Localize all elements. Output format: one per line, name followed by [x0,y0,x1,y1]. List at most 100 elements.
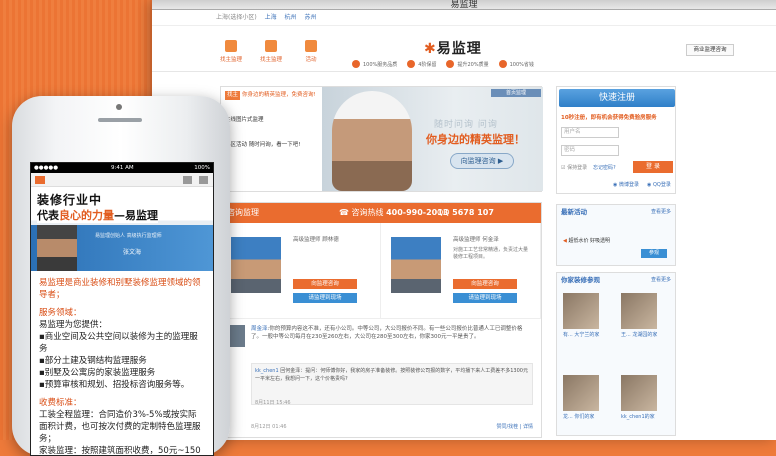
banner-tab[interactable]: 首页监理 [491,89,541,97]
flag-icon [265,40,277,52]
play-icon: ▶ [497,157,504,165]
qq-login-link[interactable]: ◉ QQ登录 [647,181,671,188]
more-link[interactable]: 查看更多 [651,273,671,287]
answer-user[interactable]: 周金泽 [251,326,268,332]
hero-headline: 装修行业中 [37,193,103,207]
password-input[interactable]: 密码 [561,145,619,156]
qa-quote: kk_chen1 回何金泽：提问：何师傅你好，我家的房子准备装修。按照装修公司报… [251,363,533,405]
speaker-icon [98,118,142,122]
service-title: 服务领域： [39,308,82,318]
forgot-password-link[interactable]: 忘记密码? [593,164,616,171]
user-icon[interactable] [183,176,192,184]
qq-number: 5678 107 [452,208,494,217]
news-item[interactable]: 找主 你身边的精英监理，免费咨询! [225,91,321,100]
qq-contact[interactable]: QQ 5678 107 [437,203,494,223]
banner-image[interactable]: 首页监理 随时问询 问询 你身边的精英监理！ 向监理咨询 ▶ [322,87,543,191]
activity-item[interactable]: ◀ 超低水价 好吸透明 [563,237,610,244]
menu-icon[interactable] [199,176,208,184]
location-selector[interactable]: 上海(选择小区) [216,14,257,21]
quote-user[interactable]: kk_chen1 [255,368,279,374]
ask-expert-button[interactable]: 向监理咨询 [453,279,517,289]
camera-icon [116,104,122,110]
answer-text: :你的预算内容这不准，还有小公司。中等公司，大公司报价不同。有一些公司报价比普通… [251,326,523,340]
register-tagline: 10秒注册，即有机会获得免费验房服务 [561,115,657,121]
checkbox-label: 保持登录 [567,165,588,171]
invite-expert-button[interactable]: 请监理到现场 [453,293,517,303]
qa-answer: 周金泽:你的预算内容这不准，还有小公司。中等公司，大公司报价不同。有一些公司报价… [251,325,533,341]
banner-news: 找主 你身边的精英监理，免费咨询! 在线图片式监理 小区活动 随时问询，看一下吧! [225,91,321,166]
remember-checkbox[interactable]: ☑ 保持登录 [561,164,587,171]
case-thumb[interactable]: 王... 龙湖园的家 [621,293,657,338]
expert-photo[interactable] [391,237,441,293]
shield-icon [352,60,360,68]
logo-mark-icon: ✱ [424,41,437,57]
feature-item: 100%服务品质 [352,60,397,68]
nav-item-1[interactable]: 找主监理 [218,40,244,63]
hero-sub-pre: 代表 [37,209,59,222]
news-tag: 找主 [225,91,241,100]
quote-text: 回何金泽：提问：何师傅你好，我家的房子准备装修。按照装修公司报的数字，平均播下来… [255,368,528,382]
city-link-suzhou[interactable]: 苏州 [304,14,316,21]
weibo-login-link[interactable]: ◉ 微博登录 [613,181,639,188]
banner-slogan: 你身边的精英监理！ [426,133,525,146]
consult-header: 咨询监理 ☎ 咨询热线 400-990-2013 QQ 5678 107 [221,203,541,223]
ask-expert-button[interactable]: 向监理咨询 [293,279,357,289]
section-title: 你家装修参观 [561,276,600,284]
brand-logo[interactable]: ✱易监理 [424,38,482,58]
brand-name: 易监理 [436,41,482,57]
feature-label: 100%服务品质 [363,61,398,68]
banner-consult-button[interactable]: 向监理咨询 ▶ [450,153,514,169]
nav-item-activity[interactable]: 活动 [298,40,324,63]
battery-icon: 100% [194,165,210,171]
mobile-navbar [31,173,213,187]
megaphone-icon: ◀ [563,238,567,244]
more-link[interactable]: 查看更多 [651,205,671,219]
feature-label: 提升20%质量 [457,61,489,68]
service-line: ▪别墅及公寓房的家装监理服务 [39,368,156,378]
expert-card: 高级监理师 何金泽 对施工工艺非常精通，负责过大量装修工程项目。 向监理咨询 请… [381,223,541,318]
check-icon [407,60,416,68]
case-caption[interactable]: kk_chen1的家 [621,413,681,420]
expert-photo[interactable] [231,237,281,293]
answer-actions[interactable]: 赞同/找茬 | 详情 [496,423,533,430]
sidebar: 快速注册 10秒注册，即有机会获得免费验房服务 用户名 密码 ☑ 保持登录 忘记… [556,86,676,436]
commercial-consult-button[interactable]: 商业监理咨询 [686,44,734,56]
doc-icon [225,40,237,52]
section-title: 最新活动 [561,208,587,216]
nav-item-2[interactable]: 找主监理 [258,40,284,63]
login-button[interactable]: 登 录 [633,161,673,173]
username-input[interactable]: 用户名 [561,127,619,138]
logo-icon[interactable] [35,176,45,184]
news-item[interactable]: 小区活动 随时问询，看一下吧! [225,141,321,150]
case-caption[interactable]: 有... 大宁兰的家 [563,331,623,338]
fee-line: 家装监理：按照建筑面积收费，50元~150元/平 [39,446,201,456]
case-caption[interactable]: 龙... 你们的家 [563,413,623,420]
main-nav: 找主监理 找主监理 活动 [218,40,324,63]
invite-expert-button[interactable]: 请监理到现场 [293,293,357,303]
button-label: 向监理咨询 [460,157,496,165]
status-bar: ●●●●● 9:41 AM 100% [31,163,213,173]
browser-window: 易监理 上海(选择小区) 上海 杭州 苏州 找主监理 找主监理 活动 ✱易监理 … [152,0,776,440]
status-time: 9:41 AM [111,165,134,171]
city-link-shanghai[interactable]: 上海 [265,14,277,21]
mobile-body: 易监理是商业装修和别墅装修监理领域的领导者； 服务领域： 易监理为您提供： ▪商… [31,271,213,456]
feature-strip: 100%服务品质 4阶保留 提升20%质量 100%省钱 [352,60,534,68]
banner: 找主 你身边的精英监理，免费咨询! 在线图片式监理 小区活动 随时问询，看一下吧!… [220,86,543,192]
weibo-label: 微博登录 [618,182,639,188]
quick-register-button[interactable]: 快速注册 [559,89,675,107]
case-caption[interactable]: 王... 龙湖园的家 [621,331,681,338]
news-item[interactable]: 在线图片式监理 [225,116,321,125]
case-thumb[interactable]: kk_chen1的家 [621,375,657,420]
nav-label: 找主监理 [259,57,282,63]
hotline-label: 咨询热线 [351,208,384,217]
expert-desc: 对施工工艺非常精通，负责过大量装修工程项目。 [453,247,529,260]
case-thumb[interactable]: 龙... 你们的家 [563,375,599,420]
news-text: 小区活动 随时问询，看一下吧! [225,142,301,148]
activity-join-button[interactable]: 参观 [641,249,667,258]
case-thumb[interactable]: 有... 大宁兰的家 [563,293,599,338]
city-link-hangzhou[interactable]: 杭州 [285,14,297,21]
service-line: 易监理为您提供： [39,320,108,330]
expert-card: 高级监理师 顾林德 向监理咨询 请监理到现场 [221,223,381,318]
hero-sub-post: —易监理 [114,209,158,222]
feature-item: 100%省钱 [498,60,534,68]
